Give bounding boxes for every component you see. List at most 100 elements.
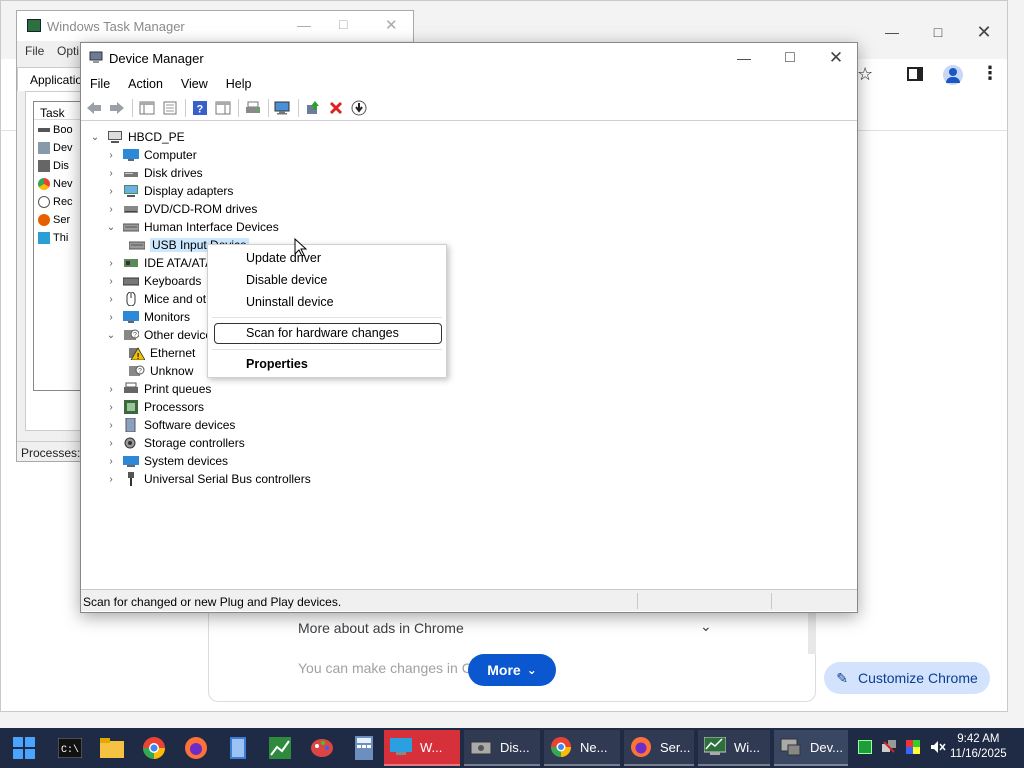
menu-file[interactable]: File xyxy=(81,77,119,91)
tm-minimize-button[interactable]: — xyxy=(297,17,311,33)
chrome-minimize-button[interactable]: — xyxy=(869,17,915,47)
taskbar-item-3[interactable]: Ne... xyxy=(544,730,620,766)
profile-avatar-icon[interactable] xyxy=(943,65,963,85)
tree-node[interactable]: › Monitors xyxy=(105,308,190,326)
tm-menu-file[interactable]: File xyxy=(25,44,44,58)
chevron-right-icon[interactable]: › xyxy=(105,204,117,215)
tm-menu-options[interactable]: Opti xyxy=(57,44,79,58)
dm-close-button[interactable]: ✕ xyxy=(813,43,859,73)
tab-applications[interactable]: Applicatio xyxy=(17,67,87,91)
tree-node[interactable]: › Processors xyxy=(105,398,204,416)
taskbar-item-4[interactable]: Ser... xyxy=(624,730,694,766)
download-driver-icon[interactable] xyxy=(348,97,370,119)
scan-hardware-monitor-icon[interactable] xyxy=(272,97,294,119)
menu-action[interactable]: Action xyxy=(119,77,172,91)
more-button[interactable]: More ⌄ xyxy=(468,654,556,686)
tray-color-icon[interactable] xyxy=(906,740,920,754)
menu-item-scan-hardware[interactable]: Scan for hardware changes xyxy=(246,326,399,340)
chrome-close-button[interactable]: ✕ xyxy=(961,17,1007,47)
chevron-right-icon[interactable]: › xyxy=(105,276,117,287)
tree-node[interactable]: › Disk drives xyxy=(105,164,202,182)
tree-node[interactable]: › Keyboards xyxy=(105,272,201,290)
tree-child-unknown-device[interactable]: ? Unknow xyxy=(123,362,193,380)
list-item[interactable]: Thi xyxy=(38,232,68,244)
taskbar-item-2[interactable]: Dis... xyxy=(464,730,540,766)
taskbar-clock[interactable]: 9:42 AM 11/16/2025 xyxy=(950,732,1007,762)
menu-view[interactable]: View xyxy=(172,77,217,91)
file-explorer-icon[interactable] xyxy=(98,734,126,762)
update-driver-icon[interactable] xyxy=(302,97,324,119)
menu-item-uninstall-device[interactable]: Uninstall device xyxy=(246,295,334,309)
list-item[interactable]: Nev xyxy=(38,178,73,190)
menu-help[interactable]: Help xyxy=(217,77,261,91)
chrome-maximize-button[interactable]: □ xyxy=(915,17,961,47)
side-panel-icon[interactable] xyxy=(907,67,923,81)
taskbar-item-5[interactable]: Wi... xyxy=(698,730,770,766)
taskbar-item-1[interactable]: W... xyxy=(384,730,460,766)
chrome-icon[interactable] xyxy=(140,734,168,762)
chevron-right-icon[interactable]: › xyxy=(105,168,117,179)
calculator-icon[interactable] xyxy=(350,734,378,762)
card-scrollbar[interactable] xyxy=(808,606,816,654)
taskbar-item-6[interactable]: Dev... xyxy=(774,730,848,766)
properties-sheet-icon[interactable] xyxy=(159,97,181,119)
chevron-down-icon[interactable]: ⌄ xyxy=(105,330,117,341)
forward-arrow-icon[interactable] xyxy=(106,97,128,119)
list-item[interactable]: Dev xyxy=(38,142,73,154)
back-arrow-icon[interactable] xyxy=(83,97,105,119)
tree-root[interactable]: ⌄ HBCD_PE xyxy=(89,128,185,146)
list-item[interactable]: Boo xyxy=(38,124,73,136)
chevron-down-icon[interactable]: ⌄ xyxy=(89,132,101,143)
help-icon[interactable]: ? xyxy=(189,97,211,119)
ads-row-chevron-icon[interactable]: ⌄ xyxy=(700,618,712,635)
uninstall-device-icon[interactable] xyxy=(325,97,347,119)
tree-node[interactable]: ⌄ ? Other device xyxy=(105,326,212,344)
chevron-right-icon[interactable]: › xyxy=(105,384,117,395)
tree-node[interactable]: › Mice and ot xyxy=(105,290,206,308)
chrome-menu-icon[interactable]: ⋮ xyxy=(981,63,999,84)
menu-item-update-driver[interactable]: Update driver xyxy=(246,251,321,265)
task-manager-chart-icon[interactable] xyxy=(266,734,294,762)
terminal-icon[interactable]: C:\ xyxy=(56,734,84,762)
chevron-right-icon[interactable]: › xyxy=(105,294,117,305)
start-windows-icon[interactable] xyxy=(10,734,38,762)
tree-node[interactable]: › Display adapters xyxy=(105,182,233,200)
list-item[interactable]: Dis xyxy=(38,160,69,172)
tree-node[interactable]: › IDE ATA/ATA xyxy=(105,254,213,272)
chevron-right-icon[interactable]: › xyxy=(105,438,117,449)
action-pane-icon[interactable] xyxy=(212,97,234,119)
tree-node[interactable]: › Computer xyxy=(105,146,196,164)
dm-maximize-button[interactable]: □ xyxy=(767,43,813,73)
tree-child-ethernet[interactable]: ! Ethernet xyxy=(123,344,195,362)
chevron-right-icon[interactable]: › xyxy=(105,456,117,467)
firefox-icon[interactable] xyxy=(182,734,210,762)
device-tree[interactable]: ⌄ HBCD_PE › Computer › Disk drives › Dis… xyxy=(81,123,857,589)
list-item[interactable]: Ser xyxy=(38,214,70,226)
print-icon[interactable] xyxy=(242,97,264,119)
tree-node[interactable]: › System devices xyxy=(105,452,228,470)
tree-node[interactable]: › DVD/CD-ROM drives xyxy=(105,200,257,218)
tree-node[interactable]: › Software devices xyxy=(105,416,235,434)
customize-chrome-button[interactable]: ✎ Customize Chrome xyxy=(824,662,990,694)
chevron-right-icon[interactable]: › xyxy=(105,258,117,269)
task-list[interactable]: Task Boo Dev Dis Nev Rec Ser Thi xyxy=(33,101,83,391)
tree-node[interactable]: › Print queues xyxy=(105,380,211,398)
chevron-down-icon[interactable]: ⌄ xyxy=(105,222,117,233)
menu-item-disable-device[interactable]: Disable device xyxy=(246,273,327,287)
chevron-right-icon[interactable]: › xyxy=(105,402,117,413)
task-column-header[interactable]: Task xyxy=(34,102,82,120)
chevron-right-icon[interactable]: › xyxy=(105,420,117,431)
tm-close-button[interactable]: ✕ xyxy=(385,16,398,34)
tray-network-icon[interactable] xyxy=(882,740,896,754)
dm-minimize-button[interactable]: — xyxy=(721,43,767,73)
tree-node[interactable]: ⌄ Human Interface Devices xyxy=(105,218,279,236)
tray-volume-muted-icon[interactable] xyxy=(930,740,946,754)
tm-maximize-button[interactable]: □ xyxy=(339,16,347,32)
notes-book-icon[interactable] xyxy=(224,734,252,762)
list-item[interactable]: Rec xyxy=(38,196,73,208)
bookmark-star-icon[interactable]: ☆ xyxy=(857,64,873,85)
menu-item-properties[interactable]: Properties xyxy=(246,357,308,371)
chevron-right-icon[interactable]: › xyxy=(105,474,117,485)
show-hide-console-tree-icon[interactable] xyxy=(136,97,158,119)
chevron-right-icon[interactable]: › xyxy=(105,312,117,323)
